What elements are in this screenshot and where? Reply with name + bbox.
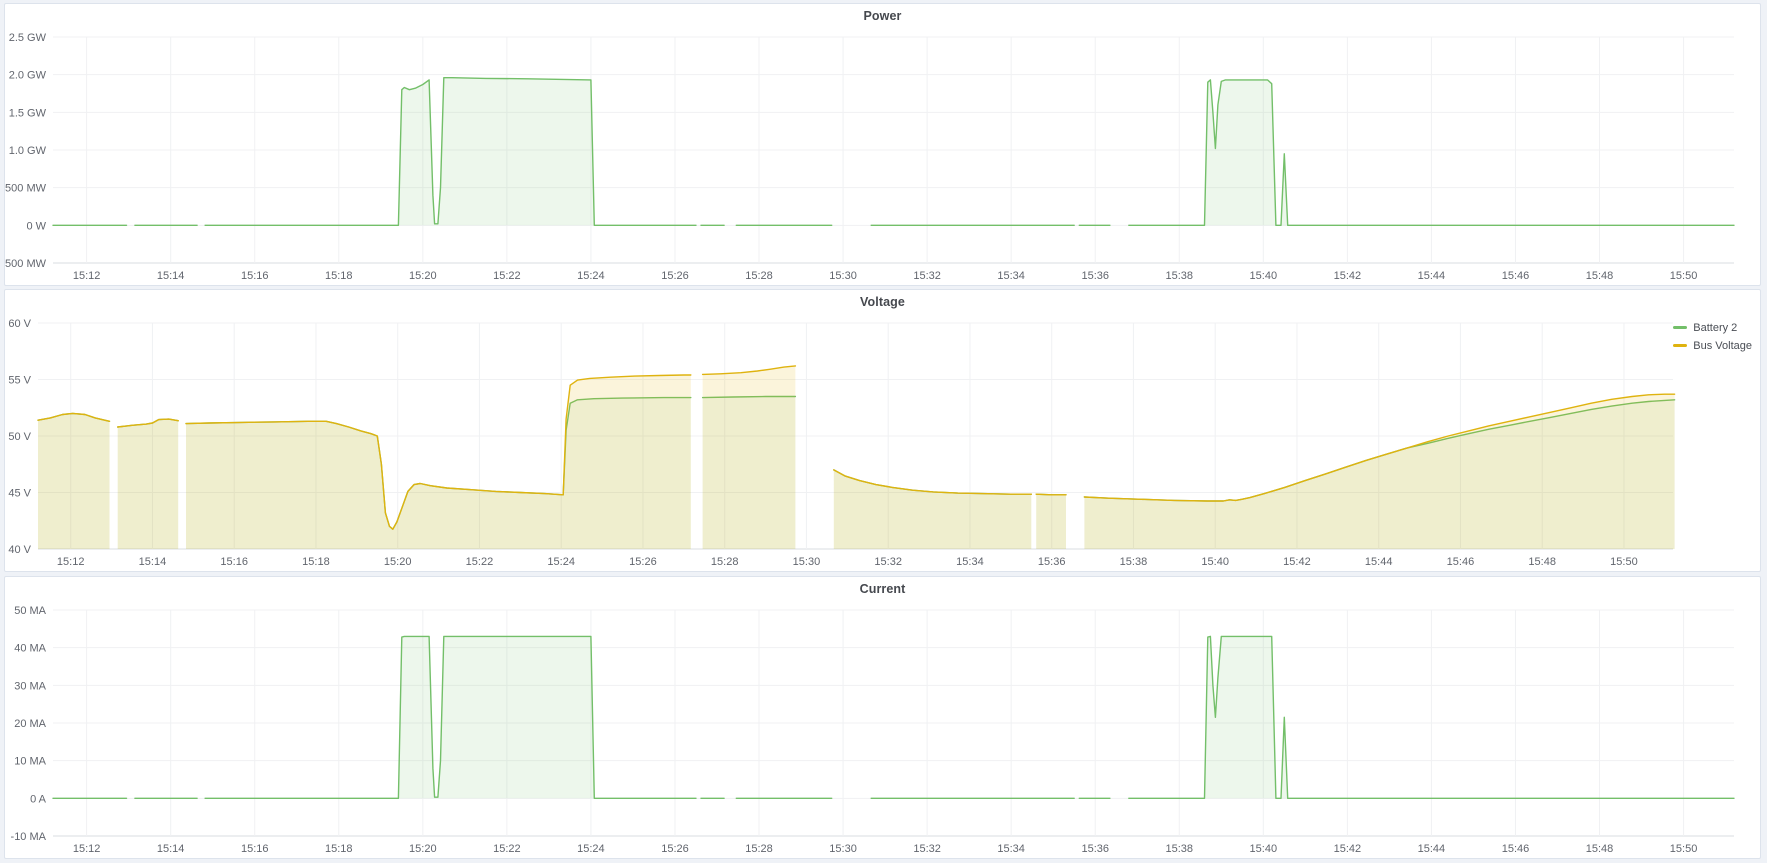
- svg-text:15:24: 15:24: [547, 556, 575, 568]
- svg-text:15:16: 15:16: [241, 843, 269, 855]
- svg-text:15:32: 15:32: [913, 270, 941, 282]
- svg-text:15:14: 15:14: [139, 556, 167, 568]
- svg-text:1.5 GW: 1.5 GW: [9, 107, 47, 119]
- legend-label-battery-2[interactable]: Battery 2: [1693, 322, 1737, 334]
- svg-text:15:40: 15:40: [1250, 270, 1278, 282]
- svg-text:15:32: 15:32: [913, 843, 941, 855]
- svg-text:15:42: 15:42: [1283, 556, 1311, 568]
- bus-voltage-series-swatch-icon: [1673, 344, 1687, 347]
- svg-text:55 V: 55 V: [8, 375, 31, 387]
- svg-text:-500 MW: -500 MW: [5, 258, 47, 270]
- svg-text:45 V: 45 V: [8, 488, 31, 500]
- dashboard-page: { "colors": { "page_bg": "#eff2f7", "pan…: [0, 0, 1767, 863]
- legend-item-bus-voltage[interactable]: Bus Voltage: [1673, 338, 1752, 353]
- svg-text:15:44: 15:44: [1418, 270, 1446, 282]
- svg-text:15:26: 15:26: [629, 556, 657, 568]
- svg-text:2.5 GW: 2.5 GW: [9, 32, 47, 44]
- svg-text:15:48: 15:48: [1586, 270, 1614, 282]
- svg-text:30 MA: 30 MA: [14, 680, 46, 692]
- svg-text:40 MA: 40 MA: [14, 643, 46, 655]
- svg-text:15:22: 15:22: [493, 270, 521, 282]
- svg-text:15:44: 15:44: [1418, 843, 1446, 855]
- svg-text:15:30: 15:30: [829, 270, 857, 282]
- svg-text:15:26: 15:26: [661, 270, 689, 282]
- svg-text:15:50: 15:50: [1670, 843, 1698, 855]
- voltage-chart-canvas[interactable]: 60 V 55 V 50 V 45 V 40 V 15:12 15:14 15:16 15:18…: [5, 290, 1760, 571]
- panel-title-power[interactable]: Power: [5, 9, 1760, 23]
- svg-text:15:16: 15:16: [241, 270, 269, 282]
- svg-text:15:50: 15:50: [1670, 270, 1698, 282]
- svg-text:0 A: 0 A: [30, 793, 47, 805]
- svg-text:15:44: 15:44: [1365, 556, 1393, 568]
- svg-text:15:42: 15:42: [1334, 843, 1362, 855]
- svg-text:15:30: 15:30: [829, 843, 857, 855]
- svg-text:15:46: 15:46: [1447, 556, 1475, 568]
- svg-text:15:36: 15:36: [1081, 270, 1109, 282]
- panel-voltage: Voltage 60 V 55 V 50 V 45 V 40 V 15:12 15:14 15…: [4, 289, 1761, 572]
- svg-text:15:46: 15:46: [1502, 843, 1530, 855]
- panel-title-voltage[interactable]: Voltage: [5, 295, 1760, 309]
- svg-text:15:16: 15:16: [220, 556, 248, 568]
- svg-text:15:22: 15:22: [493, 843, 521, 855]
- svg-text:10 MA: 10 MA: [14, 756, 46, 768]
- svg-text:15:40: 15:40: [1250, 843, 1278, 855]
- svg-text:-10 MA: -10 MA: [11, 831, 47, 843]
- voltage-legend: Battery 2 Bus Voltage: [1673, 320, 1752, 353]
- svg-text:15:36: 15:36: [1038, 556, 1066, 568]
- svg-text:15:18: 15:18: [325, 843, 353, 855]
- legend-item-battery-2[interactable]: Battery 2: [1673, 320, 1752, 335]
- svg-text:15:34: 15:34: [997, 843, 1025, 855]
- svg-text:15:34: 15:34: [956, 556, 984, 568]
- svg-text:15:20: 15:20: [409, 843, 437, 855]
- svg-text:50 MA: 50 MA: [14, 605, 46, 617]
- svg-text:2.0 GW: 2.0 GW: [9, 70, 47, 82]
- svg-text:500 MW: 500 MW: [5, 183, 47, 195]
- panel-current: Current 50 MA 40 MA 30 MA 20 MA 10 MA 0 A -10 …: [4, 576, 1761, 859]
- svg-text:15:20: 15:20: [409, 270, 437, 282]
- svg-text:15:48: 15:48: [1586, 843, 1614, 855]
- svg-text:15:18: 15:18: [325, 270, 353, 282]
- svg-text:15:18: 15:18: [302, 556, 330, 568]
- svg-text:15:28: 15:28: [745, 843, 773, 855]
- svg-text:15:50: 15:50: [1610, 556, 1638, 568]
- panel-power: Power 2.5 GW 2.0 GW 1.5 GW 1.0 GW 500 MW 0 W -…: [4, 3, 1761, 286]
- svg-text:15:30: 15:30: [793, 556, 821, 568]
- svg-text:50 V: 50 V: [8, 431, 31, 443]
- svg-text:40 V: 40 V: [8, 544, 31, 556]
- svg-text:15:20: 15:20: [384, 556, 412, 568]
- svg-text:15:42: 15:42: [1334, 270, 1362, 282]
- svg-text:15:12: 15:12: [73, 843, 101, 855]
- svg-text:15:12: 15:12: [73, 270, 101, 282]
- legend-label-bus-voltage[interactable]: Bus Voltage: [1693, 340, 1752, 352]
- svg-text:15:38: 15:38: [1166, 843, 1194, 855]
- svg-text:15:38: 15:38: [1166, 270, 1194, 282]
- svg-text:15:28: 15:28: [745, 270, 773, 282]
- current-chart-canvas[interactable]: 50 MA 40 MA 30 MA 20 MA 10 MA 0 A -10 MA 15:12 1…: [5, 577, 1760, 858]
- svg-text:15:48: 15:48: [1528, 556, 1556, 568]
- svg-text:15:40: 15:40: [1201, 556, 1229, 568]
- svg-text:15:24: 15:24: [577, 843, 605, 855]
- svg-text:15:36: 15:36: [1081, 843, 1109, 855]
- svg-text:20 MA: 20 MA: [14, 718, 46, 730]
- svg-text:15:26: 15:26: [661, 843, 689, 855]
- svg-text:15:34: 15:34: [997, 270, 1025, 282]
- svg-text:15:22: 15:22: [466, 556, 494, 568]
- svg-text:15:12: 15:12: [57, 556, 85, 568]
- panel-title-current[interactable]: Current: [5, 582, 1760, 596]
- svg-text:15:38: 15:38: [1120, 556, 1148, 568]
- svg-text:60 V: 60 V: [8, 318, 31, 330]
- battery-2-series-swatch-icon: [1673, 326, 1687, 329]
- power-chart-canvas[interactable]: 2.5 GW 2.0 GW 1.5 GW 1.0 GW 500 MW 0 W -500 MW…: [5, 4, 1760, 285]
- svg-text:1.0 GW: 1.0 GW: [9, 145, 47, 157]
- svg-text:15:14: 15:14: [157, 270, 185, 282]
- svg-text:15:28: 15:28: [711, 556, 739, 568]
- svg-text:15:14: 15:14: [157, 843, 185, 855]
- svg-text:15:24: 15:24: [577, 270, 605, 282]
- svg-text:0 W: 0 W: [26, 220, 46, 232]
- svg-text:15:46: 15:46: [1502, 270, 1530, 282]
- svg-text:15:32: 15:32: [874, 556, 902, 568]
